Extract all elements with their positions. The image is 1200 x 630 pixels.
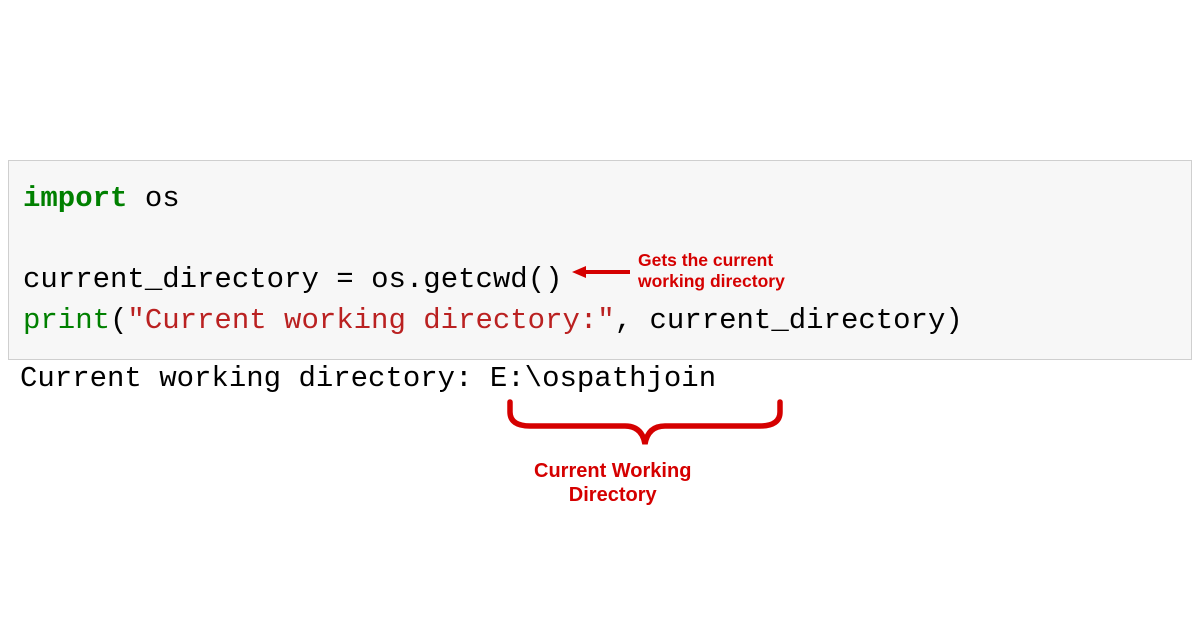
open-paren: (: [110, 304, 127, 337]
string-literal: "Current working directory:": [127, 304, 614, 337]
annotation2-line-1: Current Working: [534, 460, 691, 484]
code-line-4: print("Current working directory:", curr…: [23, 301, 1177, 342]
annotation-cwd-label: Current Working Directory: [534, 460, 691, 507]
annotation-gets-cwd: Gets the current working directory: [638, 250, 785, 291]
variable-current-directory: current_directory: [23, 263, 336, 296]
annotation-line-1: Gets the current: [638, 250, 785, 271]
annotation-line-2: working directory: [638, 271, 785, 292]
close-paren: ): [945, 304, 962, 337]
arg-current-directory: current_directory: [650, 304, 946, 337]
keyword-import: import: [23, 182, 127, 215]
method-getcwd: os.getcwd(): [371, 263, 562, 296]
code-line-1: import os: [23, 179, 1177, 220]
brace-icon: [500, 398, 790, 458]
function-print: print: [23, 304, 110, 337]
code-block: import os current_directory = os.getcwd(…: [8, 160, 1192, 360]
operator-equals: =: [336, 263, 371, 296]
annotation2-line-2: Directory: [534, 484, 691, 508]
module-os: os: [127, 182, 179, 215]
arrow-icon: [572, 264, 632, 280]
blank-line: [23, 220, 1177, 261]
comma-separator: ,: [615, 304, 650, 337]
output-text: Current working directory: E:\ospathjoin: [20, 362, 716, 395]
